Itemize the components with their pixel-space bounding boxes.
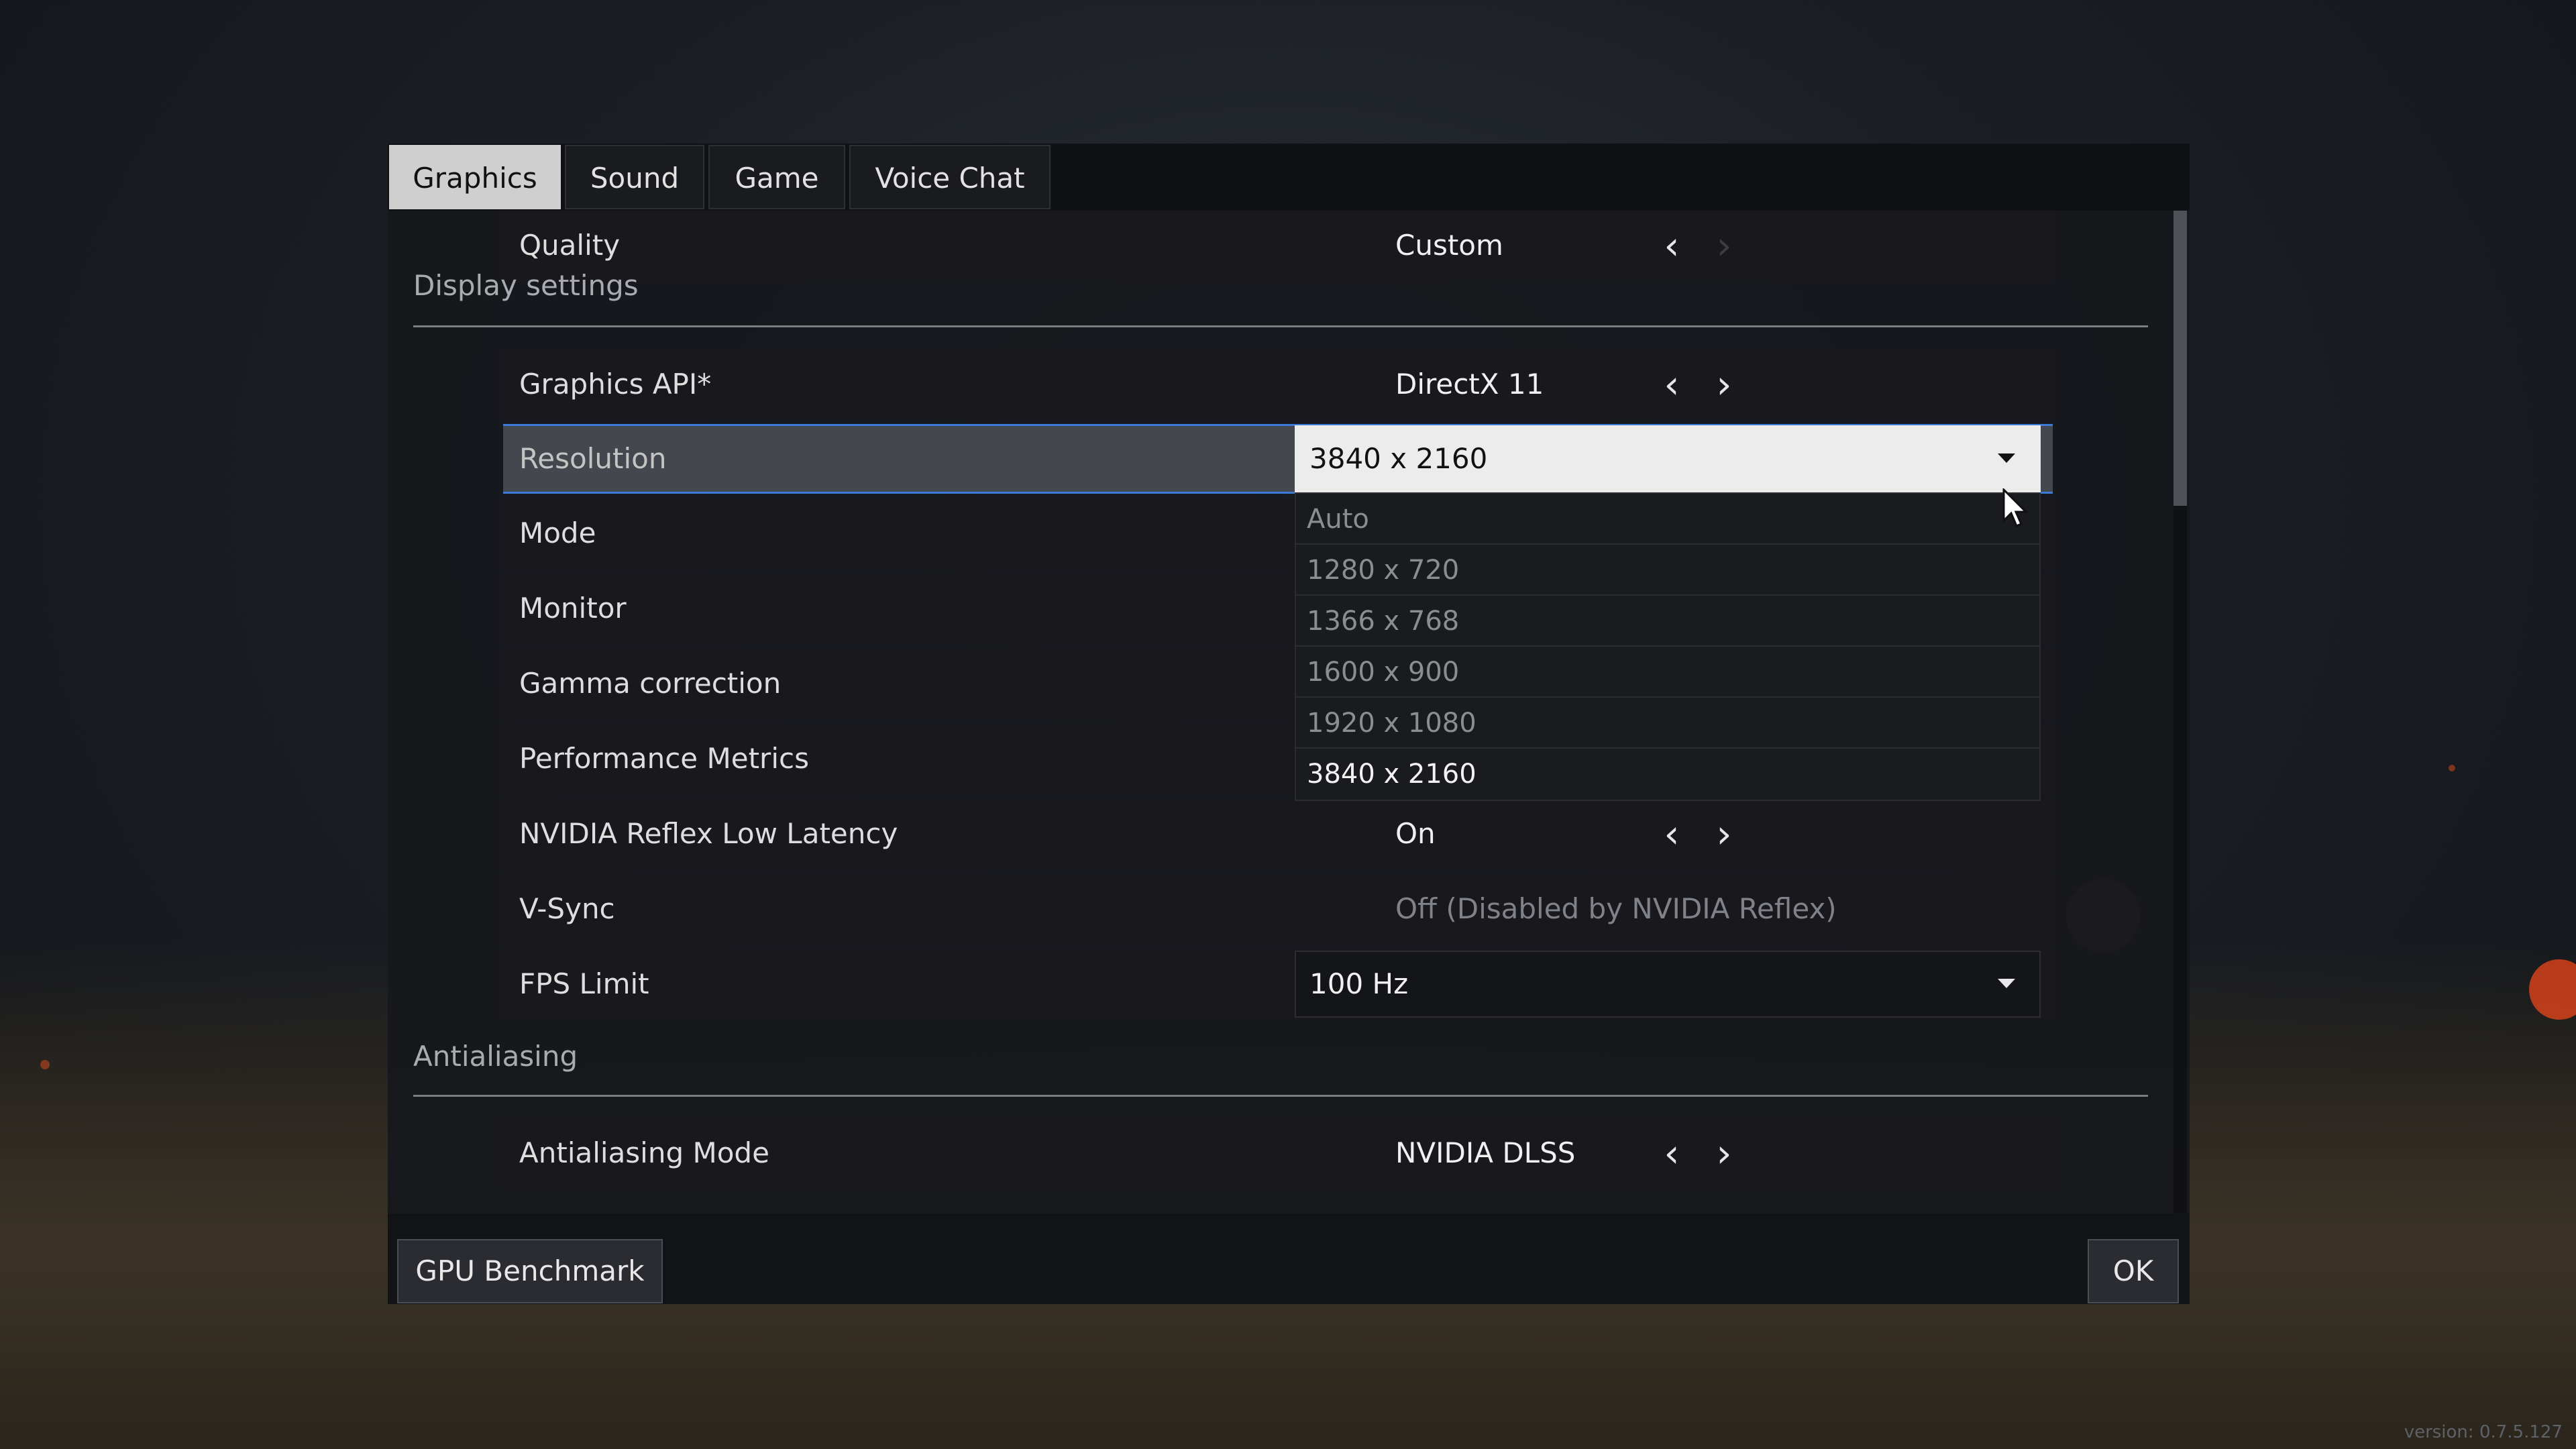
tab-bar: Graphics Sound Game Voice Chat: [388, 144, 2190, 211]
setting-row-quality[interactable]: Quality Custom ‹ ›: [503, 211, 2053, 280]
section-title-display: Display settings: [413, 269, 639, 302]
chevron-left-icon[interactable]: ‹: [1652, 364, 1692, 405]
resolution-options-list: Auto 1280 x 720 1366 x 768 1600 x 900 19…: [1295, 492, 2041, 801]
chevron-right-icon: ›: [1716, 223, 1732, 268]
ok-button[interactable]: OK: [2088, 1239, 2179, 1303]
setting-label: Antialiasing Mode: [519, 1136, 769, 1169]
version-label: version: 0.7.5.127: [2404, 1422, 2563, 1442]
settings-content[interactable]: Quality Custom ‹ › Display settings Grap…: [388, 211, 2172, 1214]
chevron-right-icon[interactable]: ›: [1704, 1133, 1744, 1173]
setting-row-antialiasing-mode[interactable]: Antialiasing Mode NVIDIA DLSS ‹ ›: [503, 1118, 2053, 1188]
chevron-right-icon[interactable]: ›: [1704, 814, 1744, 854]
dropdown-value: 3840 x 2160: [1309, 442, 1488, 475]
caret-down-icon: [1998, 453, 2015, 463]
setting-label: Graphics API*: [519, 368, 712, 400]
tab-game[interactable]: Game: [708, 145, 845, 209]
dropdown-value: 100 Hz: [1309, 967, 1409, 1000]
fps-limit-dropdown[interactable]: 100 Hz: [1295, 951, 2041, 1018]
gpu-benchmark-button[interactable]: GPU Benchmark: [397, 1239, 663, 1303]
resolution-option[interactable]: 3840 x 2160: [1296, 749, 2039, 800]
mouse-cursor-icon: [2002, 488, 2029, 527]
setting-label: V-Sync: [519, 892, 615, 925]
setting-value: DirectX 11: [1395, 368, 1544, 400]
resolution-option[interactable]: 1600 x 900: [1296, 647, 2039, 698]
resolution-option[interactable]: 1366 x 768: [1296, 596, 2039, 647]
setting-label: Resolution: [519, 442, 667, 475]
chevron-left-icon[interactable]: ‹: [1652, 1133, 1692, 1173]
resolution-option[interactable]: 1920 x 1080: [1296, 698, 2039, 749]
setting-value: Off (Disabled by NVIDIA Reflex): [1395, 892, 1837, 925]
setting-row-graphics-api[interactable]: Graphics API* DirectX 11 ‹ ›: [503, 350, 2053, 419]
setting-label: FPS Limit: [519, 967, 649, 1000]
resolution-option[interactable]: Auto: [1296, 494, 2039, 545]
setting-label: NVIDIA Reflex Low Latency: [519, 817, 898, 850]
scrollbar-thumb[interactable]: [2174, 211, 2187, 506]
chevron-left-icon[interactable]: ‹: [1652, 814, 1692, 854]
footer-bar: GPU Benchmark OK: [388, 1214, 2190, 1304]
section-title-antialiasing: Antialiasing: [413, 1040, 578, 1073]
background-ember: [2449, 765, 2455, 771]
setting-row-reflex[interactable]: NVIDIA Reflex Low Latency On ‹ ›: [503, 799, 2053, 869]
setting-value: NVIDIA DLSS: [1395, 1136, 1576, 1169]
section-divider: [413, 1095, 2148, 1097]
resolution-dropdown[interactable]: 3840 x 2160: [1295, 425, 2041, 492]
setting-label: Monitor: [519, 592, 627, 625]
setting-label: Mode: [519, 517, 596, 549]
setting-row-vsync[interactable]: V-Sync Off (Disabled by NVIDIA Reflex): [503, 874, 2053, 944]
setting-label: Performance Metrics: [519, 742, 809, 775]
tab-voice-chat[interactable]: Voice Chat: [849, 145, 1051, 209]
tab-sound[interactable]: Sound: [565, 145, 704, 209]
caret-down-icon: [1998, 979, 2015, 988]
setting-label: Gamma correction: [519, 667, 782, 700]
background-ember: [40, 1060, 50, 1069]
setting-value: Custom: [1395, 229, 1503, 262]
resolution-option[interactable]: 1280 x 720: [1296, 545, 2039, 596]
setting-value: On: [1395, 817, 1436, 850]
section-divider: [413, 325, 2148, 327]
tab-graphics[interactable]: Graphics: [389, 145, 561, 209]
settings-window: Graphics Sound Game Voice Chat Quality C…: [388, 144, 2190, 1304]
chevron-right-icon[interactable]: ›: [1704, 364, 1744, 405]
chevron-left-icon[interactable]: ‹: [1652, 225, 1692, 266]
